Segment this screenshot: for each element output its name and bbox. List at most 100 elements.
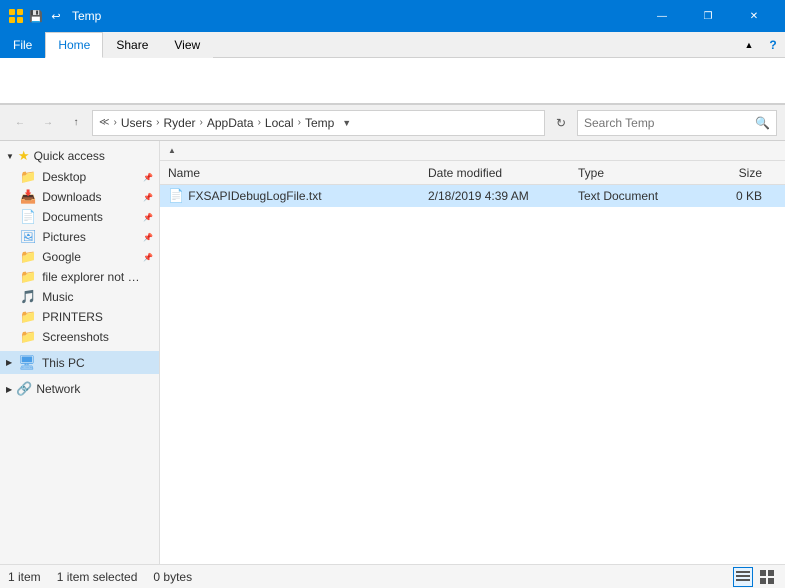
search-input[interactable] [584,116,755,130]
network-chevron: ▶ [6,385,12,394]
pin-icon-google: 📌 [143,253,153,262]
save-icon: 💾 [28,8,44,24]
close-button[interactable]: ✕ [731,0,777,32]
col-header-size[interactable]: Size [690,166,770,180]
tab-home[interactable]: Home [45,32,103,58]
undo-icon: ↩ [48,8,64,24]
network-icon: 🔗 [16,381,32,397]
tab-file[interactable]: File [0,32,45,58]
printers-label: PRINTERS [42,310,103,324]
sidebar-item-printers[interactable]: 📁 PRINTERS [0,307,159,327]
file-date-cell: 2/18/2019 4:39 AM [420,189,570,203]
tab-share[interactable]: Share [103,32,161,58]
forward-button[interactable]: → [36,111,60,135]
quick-access-icon: ★ [18,148,30,164]
music-label: Music [42,290,73,304]
tab-view[interactable]: View [161,32,213,58]
breadcrumb-sep2: › [200,117,203,128]
file-explorer-label: file explorer not resp [42,270,142,284]
pictures-label: Pictures [43,230,86,244]
status-bar: 1 item 1 item selected 0 bytes [0,564,785,588]
sidebar-item-pictures[interactable]: 🖼 Pictures 📌 [0,227,159,247]
quick-access-label: Quick access [34,149,105,163]
address-bar: ← → ↑ ≪ › Users › Ryder › AppData › Loca… [0,105,785,141]
refresh-button[interactable]: ↻ [549,111,573,135]
folder-icon-downloads: 📥 [20,189,36,205]
status-item-count: 1 item [8,570,41,584]
file-icon: 📄 [168,188,184,204]
folder-icon-pictures: 🖼 [20,229,37,245]
table-row[interactable]: 📄 FXSAPIDebugLogFile.txt 2/18/2019 4:39 … [160,185,785,207]
pin-icon-desktop: 📌 [143,173,153,182]
file-size: 0 KB [736,189,762,203]
pin-icon-documents: 📌 [143,213,153,222]
ribbon-collapse-button[interactable]: ▲ [737,32,761,58]
downloads-label: Downloads [42,190,101,204]
file-list: ▲ Name Date modified Type Size 📄 FXSAPID… [160,141,785,564]
folder-icon-google: 📁 [20,249,36,265]
sidebar-item-screenshots[interactable]: 📁 Screenshots [0,327,159,347]
title-bar: 💾 ↩ Temp — ❐ ✕ [0,0,785,32]
google-label: Google [42,250,81,264]
sidebar-item-this-pc[interactable]: ▶ 🖥 This PC [0,351,159,374]
window-controls: — ❐ ✕ [639,0,777,32]
breadcrumb-local[interactable]: Local [265,116,294,130]
screenshots-label: Screenshots [42,330,109,344]
folder-icon-printers: 📁 [20,309,36,325]
folder-icon-screenshots: 📁 [20,329,36,345]
ribbon-tabs: File Home Share View ▲ ? [0,32,785,58]
file-date: 2/18/2019 4:39 AM [428,189,529,203]
status-selected: 1 item selected [57,570,138,584]
back-button[interactable]: ← [8,111,32,135]
breadcrumb-sep3: › [258,117,261,128]
sidebar-item-music[interactable]: 🎵 Music [0,287,159,307]
breadcrumb-appdata[interactable]: AppData [207,116,254,130]
file-name: FXSAPIDebugLogFile.txt [188,189,321,203]
sort-bar: ▲ [160,141,785,161]
breadcrumb-users[interactable]: Users [121,116,152,130]
search-box[interactable]: 🔍 [577,110,777,136]
sidebar-item-google[interactable]: 📁 Google 📌 [0,247,159,267]
breadcrumb-ryder[interactable]: Ryder [164,116,196,130]
network-label: Network [36,382,80,396]
minimize-button[interactable]: — [639,0,685,32]
this-pc-icon: 🖥 [18,354,36,371]
large-icons-view-button[interactable] [757,567,777,587]
title-bar-icons: 💾 ↩ [8,8,64,24]
sidebar: ▼ ★ Quick access 📁 Desktop 📌 📥 Downloads… [0,141,160,564]
breadcrumb-sep4: › [298,117,301,128]
pin-icon-downloads: 📌 [143,193,153,202]
search-icon: 🔍 [755,116,770,130]
pin-icon-pictures: 📌 [143,233,153,242]
breadcrumb-sep1: › [156,117,159,128]
sort-arrow: ▲ [168,146,176,155]
app-icon [8,8,24,24]
restore-button[interactable]: ❐ [685,0,731,32]
folder-icon-file-explorer: 📁 [20,269,36,285]
music-icon: 🎵 [20,289,36,305]
sidebar-item-desktop[interactable]: 📁 Desktop 📌 [0,167,159,187]
breadcrumb-dropdown[interactable]: ▼ [342,118,351,128]
help-button[interactable]: ? [761,32,785,58]
sidebar-item-network[interactable]: ▶ 🔗 Network [0,378,159,400]
breadcrumb[interactable]: ≪ › Users › Ryder › AppData › Local › Te… [92,110,545,136]
details-view-button[interactable] [733,567,753,587]
documents-label: Documents [42,210,103,224]
file-name-cell: 📄 FXSAPIDebugLogFile.txt [160,188,420,204]
col-header-name[interactable]: Name [160,166,420,180]
sidebar-quick-access[interactable]: ▼ ★ Quick access [0,145,159,167]
desktop-label: Desktop [42,170,86,184]
sidebar-item-documents[interactable]: 📄 Documents 📌 [0,207,159,227]
file-size-cell: 0 KB [690,189,770,203]
col-header-date[interactable]: Date modified [420,166,570,180]
this-pc-label: This PC [42,356,85,370]
sidebar-item-file-explorer[interactable]: 📁 file explorer not resp [0,267,159,287]
ribbon: File Home Share View ▲ ? [0,32,785,105]
breadcrumb-temp[interactable]: Temp [305,116,334,130]
quick-access-chevron: ▼ [6,152,14,161]
main-layout: ▼ ★ Quick access 📁 Desktop 📌 📥 Downloads… [0,141,785,564]
folder-icon-desktop: 📁 [20,169,36,185]
col-header-type[interactable]: Type [570,166,690,180]
up-button[interactable]: ↑ [64,111,88,135]
sidebar-item-downloads[interactable]: 📥 Downloads 📌 [0,187,159,207]
